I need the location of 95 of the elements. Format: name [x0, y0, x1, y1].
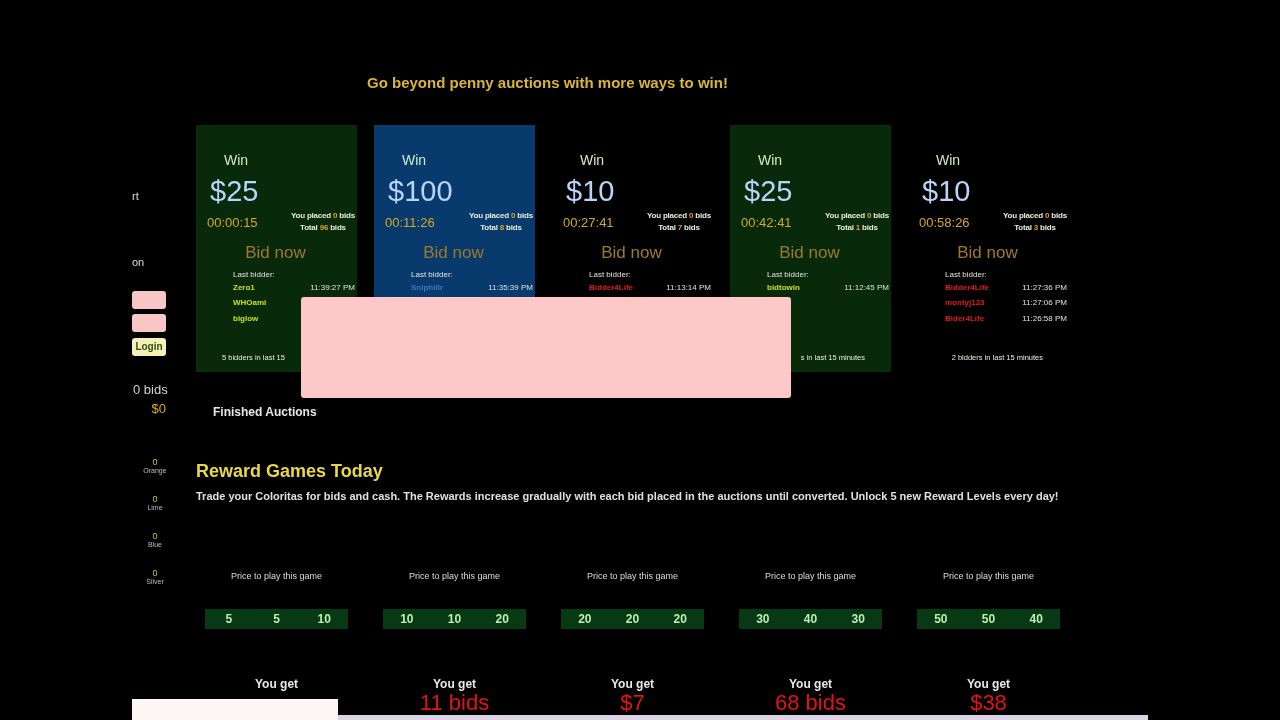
input-field[interactable]: [132, 291, 166, 309]
price-value: 10: [399, 611, 415, 628]
colorita-count: 0: [151, 568, 159, 578]
login-button[interactable]: Login: [132, 338, 166, 356]
last-bidder-label: Last bidder:: [411, 270, 454, 280]
prize-amount: $100: [387, 176, 454, 206]
bid-time: 11:27:36 PM: [1022, 282, 1067, 293]
bid-now-button[interactable]: Bid now: [245, 244, 306, 262]
colorita-count: 0: [151, 494, 159, 504]
bidder-name: montyj123: [945, 298, 985, 309]
section-description: Trade your Coloritas for bids and cash. The Rewards increase gradually with each bid placed in the auctions until converted. Unlock 5 new Reward Levels every day!: [196, 490, 1060, 503]
bid-time: 11:27:06 PM: [1022, 298, 1067, 309]
price-value: 20: [672, 611, 688, 628]
price-value: 50: [933, 611, 949, 628]
win-label: Win: [401, 152, 428, 168]
last-bidder-label: Last bidder:: [767, 270, 810, 280]
headline: Go beyond penny auctions with more ways to win!: [367, 74, 729, 92]
you-get-label: You get: [431, 678, 478, 691]
price-label: Price to play this game: [763, 571, 857, 581]
price-value: 20: [624, 611, 641, 628]
bidder-name: Sniphillr: [411, 282, 443, 293]
price-label: Price to play this game: [941, 571, 1035, 581]
input-field[interactable]: [132, 314, 166, 332]
price-value: 20: [577, 611, 593, 628]
countdown-timer: 00:00:15: [206, 216, 258, 232]
total-bids-text: Total 3 bids: [1013, 222, 1057, 234]
total-bids-text: Total 8 bids: [479, 222, 523, 234]
bid-time: 11:26:58 PM: [1022, 313, 1067, 324]
reward-value: 68 bids: [775, 692, 846, 714]
price-value: 5: [224, 611, 234, 628]
price-value: 20: [494, 611, 510, 628]
bidder-name: bidtowin: [767, 282, 800, 293]
bids-placed-text: You placed 0 bids: [468, 210, 533, 222]
bids-placed-text: You placed 0 bids: [1002, 210, 1067, 222]
you-get-label: You get: [253, 678, 300, 691]
countdown-timer: 00:42:41: [740, 216, 792, 232]
bids-placed-text: You placed 0 bids: [646, 210, 711, 222]
price-label: Price to play this game: [407, 571, 501, 581]
price-label: Price to play this game: [229, 571, 323, 581]
bidder-name: Zero1: [233, 282, 255, 293]
price-value: 10: [316, 611, 332, 628]
you-get-label: You get: [965, 678, 1012, 691]
price-value: 50: [980, 611, 997, 628]
win-label: Win: [579, 152, 606, 168]
bids-placed-text: You placed 0 bids: [290, 210, 355, 222]
bids-balance: 0 bids: [132, 383, 169, 397]
price-value: 30: [850, 611, 866, 628]
colorita-count: 0: [151, 457, 159, 467]
price-value: 40: [1028, 611, 1044, 628]
price-value: 30: [755, 611, 771, 628]
price-value: 40: [802, 611, 819, 628]
price-value: 10: [446, 611, 463, 628]
prize-amount: $10: [921, 176, 972, 206]
price-value: 5: [272, 611, 281, 628]
finished-auctions-link[interactable]: Finished Auctions: [213, 405, 317, 419]
total-bids-text: Total 96 bids: [299, 222, 347, 234]
countdown-timer: 00:11:26: [384, 216, 435, 232]
bid-time: 11:12:45 PM: [844, 282, 889, 293]
reward-value: $7: [620, 692, 645, 714]
text-fragment: on: [132, 256, 146, 268]
you-get-label: You get: [609, 678, 656, 691]
reward-value: 11 bids: [419, 692, 490, 714]
bidder-name: WHOami: [233, 298, 267, 309]
you-get-label: You get: [787, 678, 834, 691]
total-bids-text: Total 7 bids: [657, 222, 701, 234]
cash-balance: $0: [150, 402, 167, 416]
bid-time: 11:35:39 PM: [488, 282, 533, 293]
prize-amount: $25: [209, 176, 260, 206]
prize-amount: $25: [743, 176, 794, 206]
bidder-name: Bidder4Life: [589, 282, 633, 293]
bidder-name: Bidder4Life: [945, 282, 989, 293]
bid-time: 11:39:27 PM: [310, 282, 355, 293]
reward-value: $38: [970, 692, 1007, 714]
bidder-name: Bider4Life: [945, 313, 985, 324]
price-label: Price to play this game: [585, 571, 679, 581]
last-bidder-label: Last bidder:: [233, 270, 276, 280]
last-bidder-label: Last bidder:: [589, 270, 632, 280]
bid-now-button[interactable]: Bid now: [423, 244, 484, 262]
bid-now-button[interactable]: Bid now: [957, 244, 1018, 262]
bids-placed-text: You placed 0 bids: [824, 210, 889, 222]
bid-now-button[interactable]: Bid now: [779, 244, 840, 262]
colorita-count: 0: [151, 531, 159, 541]
section-title: Reward Games Today: [196, 461, 384, 481]
last-bidder-label: Last bidder:: [945, 270, 988, 280]
bid-time: 11:13:14 PM: [666, 282, 711, 293]
countdown-timer: 00:58:26: [918, 216, 970, 232]
countdown-timer: 00:27:41: [562, 216, 614, 232]
bidder-name: biglow: [233, 313, 259, 324]
prize-amount: $10: [565, 176, 616, 206]
win-label: Win: [757, 152, 784, 168]
bid-now-button[interactable]: Bid now: [601, 244, 662, 262]
win-label: Win: [223, 152, 250, 168]
win-label: Win: [935, 152, 962, 168]
text-fragment: rt: [132, 190, 140, 202]
total-bids-text: Total 1 bids: [835, 222, 879, 234]
